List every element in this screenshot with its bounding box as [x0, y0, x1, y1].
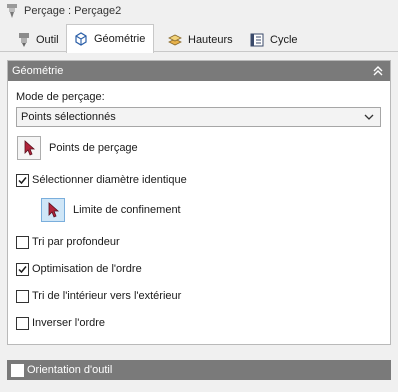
geometry-cube-icon	[75, 32, 87, 46]
sort-inside-out-option[interactable]: Tri de l'intérieur vers l'extérieur	[16, 288, 181, 304]
tool-orientation-label: Orientation d'outil	[27, 364, 113, 376]
tool-orientation-checkbox[interactable]	[11, 363, 24, 377]
drill-points-select-button[interactable]	[17, 136, 41, 160]
geometry-panel-header[interactable]: Géométrie	[8, 61, 390, 81]
optimize-order-option[interactable]: Optimisation de l'ordre	[16, 261, 142, 277]
drilling-mode-select[interactable]: Points sélectionnés	[16, 107, 381, 127]
tab-outil[interactable]: Outil	[10, 26, 62, 52]
same-diameter-checkbox[interactable]	[16, 173, 29, 187]
sort-inside-out-label: Tri de l'intérieur vers l'extérieur	[32, 290, 182, 302]
optimize-order-label: Optimisation de l'ordre	[32, 263, 142, 275]
select-cursor-icon	[48, 202, 60, 218]
tab-hauteurs-label: Hauteurs	[188, 33, 233, 46]
geometry-panel: Géométrie Mode de perçage: Points sélect…	[7, 60, 391, 345]
boundary-select-button[interactable]	[41, 198, 65, 222]
tab-geometrie-label: Géométrie	[94, 33, 146, 45]
sort-depth-label: Tri par profondeur	[32, 236, 120, 248]
sort-depth-checkbox[interactable]	[16, 235, 29, 249]
reverse-order-option[interactable]: Inverser l'ordre	[16, 315, 105, 331]
geometry-panel-title: Géométrie	[12, 65, 64, 77]
sort-depth-option[interactable]: Tri par profondeur	[16, 234, 120, 250]
reverse-order-label: Inverser l'ordre	[32, 317, 106, 329]
select-cursor-icon	[24, 140, 36, 156]
drill-points-label: Points de perçage	[49, 142, 138, 154]
drill-icon	[7, 4, 17, 18]
tab-geometrie[interactable]: Géométrie	[66, 24, 154, 53]
tab-bar: Outil Géométrie Hauteurs Cycle	[0, 24, 398, 53]
drilling-mode-label: Mode de perçage:	[16, 91, 105, 103]
window-title-bar: Perçage : Perçage2	[0, 0, 398, 22]
tab-hauteurs[interactable]: Hauteurs	[160, 26, 236, 52]
reverse-order-checkbox[interactable]	[16, 316, 29, 330]
drilling-mode-value: Points sélectionnés	[21, 111, 116, 123]
chevron-down-icon	[364, 114, 374, 120]
tab-outil-label: Outil	[36, 33, 59, 46]
tool-orientation-header[interactable]: Orientation d'outil	[7, 360, 391, 380]
collapse-chevrons-icon[interactable]	[372, 65, 384, 77]
window-title: Perçage : Perçage2	[24, 5, 122, 17]
optimize-order-checkbox[interactable]	[16, 262, 29, 276]
tab-cycle[interactable]: Cycle	[242, 26, 304, 52]
heights-stack-icon	[168, 34, 182, 45]
boundary-label: Limite de confinement	[73, 204, 181, 216]
tab-cycle-label: Cycle	[270, 33, 298, 46]
tool-holder-icon	[19, 32, 29, 47]
checkmark-icon	[18, 265, 27, 273]
same-diameter-label: Sélectionner diamètre identique	[32, 174, 187, 186]
same-diameter-option[interactable]: Sélectionner diamètre identique	[16, 172, 187, 188]
checkmark-icon	[18, 176, 27, 184]
sort-inside-out-checkbox[interactable]	[16, 289, 29, 303]
cycle-list-icon	[250, 33, 264, 46]
